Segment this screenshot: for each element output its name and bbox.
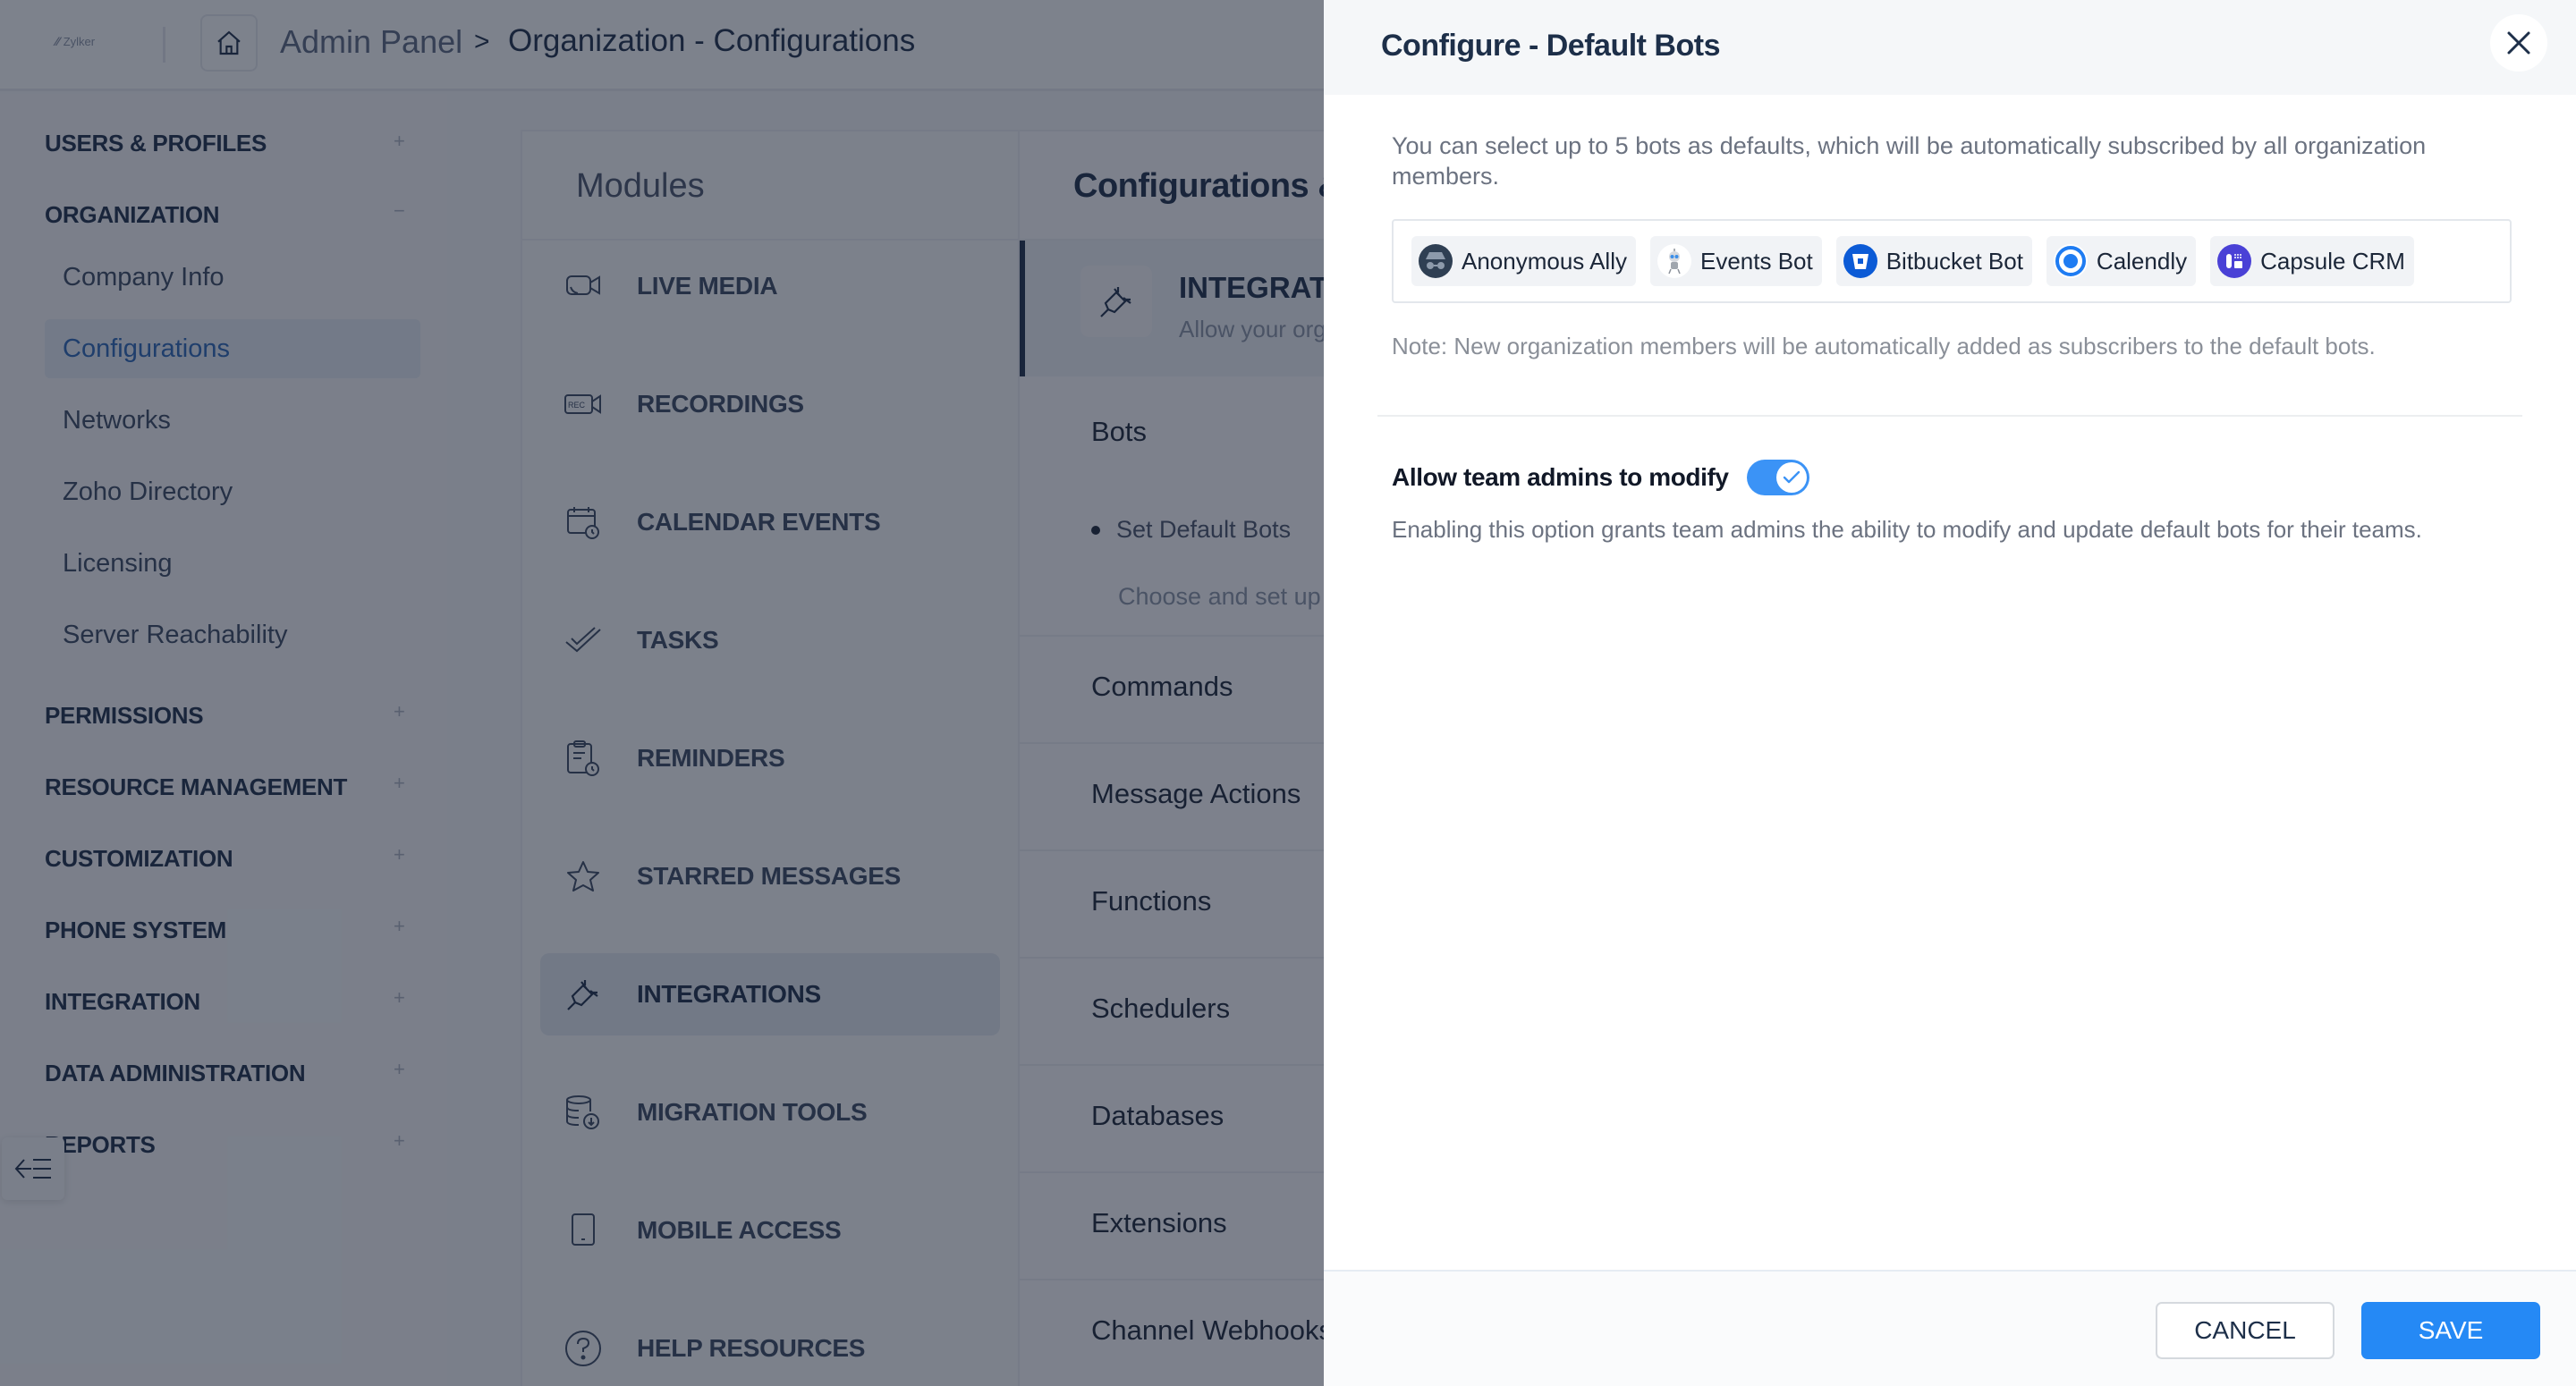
default-bots-note: Note: New organization members will be a… [1392,333,2376,359]
bot-chip-capsule-crm[interactable]: Capsule CRM [2210,236,2414,286]
drawer-footer: CANCEL SAVE [1324,1270,2576,1386]
robot-avatar-icon [1657,244,1691,278]
allow-admins-modify-toggle[interactable] [1746,460,1809,495]
close-icon [2507,31,2530,55]
allow-admins-modify-label: Allow team admins to modify [1392,463,1729,491]
bot-name: Anonymous Ally [1462,247,1627,275]
cancel-button[interactable]: CANCEL [2156,1302,2334,1359]
modal-backdrop[interactable] [0,0,1324,1386]
save-button[interactable]: SAVE [2361,1302,2540,1359]
allow-admins-modify-description: Enabling this option grants team admins … [1392,516,2422,543]
close-button[interactable] [2490,14,2547,72]
drawer-description: You can select up to 5 bots as defaults,… [1392,132,2427,190]
bitbucket-icon [1843,244,1877,278]
bot-chip-calendly[interactable]: Calendly [2046,236,2197,286]
divider [1377,415,2522,417]
bot-name: Capsule CRM [2260,247,2405,275]
drawer-header: Configure - Default Bots [1324,0,2576,95]
bot-name: Events Bot [1699,247,1813,275]
calendly-icon [2053,244,2088,278]
bot-name: Bitbucket Bot [1885,247,2023,275]
allow-admins-modify-row: Allow team admins to modify [1392,460,1809,495]
configure-default-bots-drawer: Configure - Default Bots You can select … [1324,0,2576,1386]
bot-chip-anonymous-ally[interactable]: Anonymous Ally [1411,236,1636,286]
bot-chip-bitbucket-bot[interactable]: Bitbucket Bot [1835,236,2032,286]
selected-bots-field[interactable]: Anonymous Ally Events Bot Bitbucket Bot … [1392,219,2512,303]
bot-name: Calendly [2096,247,2188,275]
incognito-avatar-icon [1419,244,1453,278]
bot-chip-events-bot[interactable]: Events Bot [1649,236,1822,286]
check-icon [1783,470,1800,484]
capsule-crm-icon [2217,244,2252,278]
toggle-knob [1775,462,1807,493]
drawer-title: Configure - Default Bots [1381,29,1720,63]
